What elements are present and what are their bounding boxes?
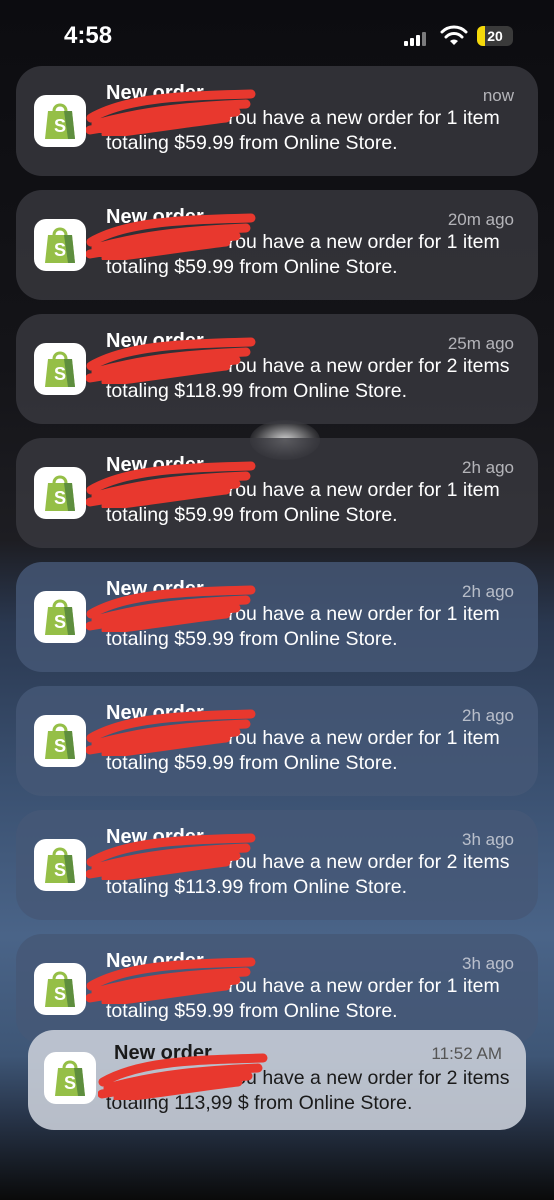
redaction-mark bbox=[86, 461, 256, 508]
svg-text:S: S bbox=[54, 860, 66, 880]
svg-text:S: S bbox=[54, 984, 66, 1004]
svg-text:S: S bbox=[54, 364, 66, 384]
shopify-bag-icon: S bbox=[34, 963, 86, 1015]
notification-card[interactable]: S New order 2h ago You have a new order … bbox=[16, 438, 538, 548]
notification-card[interactable]: S New order 25m ago You have a new order… bbox=[16, 314, 538, 424]
shopify-bag-icon: S bbox=[34, 839, 86, 891]
shopify-bag-icon: S bbox=[34, 715, 86, 767]
svg-text:S: S bbox=[54, 116, 66, 136]
notification-card[interactable]: S New order 2h ago You have a new order … bbox=[16, 562, 538, 672]
notification-timestamp: 2h ago bbox=[462, 582, 514, 601]
notification-card[interactable]: S New order 11:52 AM You have a new orde… bbox=[28, 1030, 526, 1130]
redaction-mark bbox=[86, 957, 256, 1004]
notification-timestamp: 3h ago bbox=[462, 954, 514, 973]
notification-timestamp: 3h ago bbox=[462, 830, 514, 849]
notification-timestamp: now bbox=[482, 86, 514, 105]
notification-timestamp: 2h ago bbox=[462, 706, 514, 725]
redaction-mark bbox=[86, 89, 256, 136]
redaction-mark bbox=[98, 1053, 268, 1100]
notification-card[interactable]: S New order 20m ago You have a new order… bbox=[16, 190, 538, 300]
redaction-mark bbox=[86, 337, 256, 384]
svg-text:S: S bbox=[54, 736, 66, 756]
svg-text:S: S bbox=[64, 1073, 76, 1093]
svg-text:S: S bbox=[54, 488, 66, 508]
redaction-mark bbox=[86, 213, 256, 260]
clock: 4:58 bbox=[64, 22, 113, 49]
notification-card[interactable]: S New order 2h ago You have a new order … bbox=[16, 686, 538, 796]
redaction-mark bbox=[86, 585, 256, 632]
redaction-mark bbox=[86, 833, 256, 880]
notification-timestamp: 11:52 AM bbox=[431, 1044, 502, 1063]
cellular-signal-icon bbox=[404, 30, 428, 46]
shopify-bag-icon: S bbox=[34, 95, 86, 147]
shopify-bag-icon: S bbox=[34, 219, 86, 271]
notification-card[interactable]: S New order 3h ago You have a new order … bbox=[16, 934, 538, 1044]
notification-timestamp: 2h ago bbox=[462, 458, 514, 477]
shopify-bag-icon: S bbox=[34, 467, 86, 519]
shopify-bag-icon: S bbox=[44, 1052, 96, 1104]
svg-text:S: S bbox=[54, 612, 66, 632]
shopify-bag-icon: S bbox=[34, 343, 86, 395]
notification-card[interactable]: S New order 3h ago You have a new order … bbox=[16, 810, 538, 920]
redaction-mark bbox=[86, 709, 256, 756]
notification-timestamp: 20m ago bbox=[447, 210, 514, 229]
shopify-bag-icon: S bbox=[34, 591, 86, 643]
notification-card[interactable]: S New order now You have a new order for… bbox=[16, 66, 538, 176]
notification-timestamp: 25m ago bbox=[447, 334, 514, 353]
battery-percent: 20 bbox=[487, 28, 503, 44]
battery-icon: 20 bbox=[477, 26, 513, 46]
status-bar: 4:58 20 bbox=[0, 0, 554, 70]
svg-text:S: S bbox=[54, 240, 66, 260]
wifi-icon bbox=[440, 25, 468, 45]
